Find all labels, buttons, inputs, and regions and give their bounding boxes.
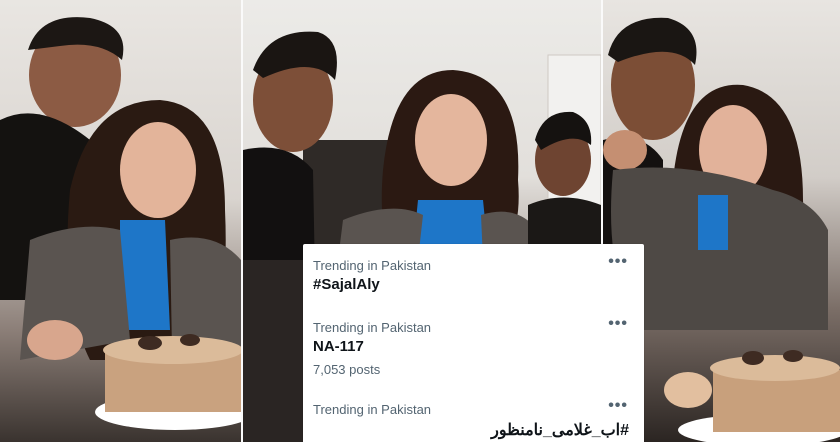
trend-context: Trending in Pakistan (313, 258, 432, 273)
more-options-icon[interactable]: ••• (608, 398, 628, 414)
more-options-icon[interactable]: ••• (608, 254, 628, 270)
trend-context: Trending in Pakistan (313, 320, 432, 335)
trend-name[interactable]: #SajalAly (313, 276, 380, 293)
trend-item[interactable]: Trending in Pakistan #اب_غلامی_نامنظور •… (303, 388, 644, 442)
trend-context: Trending in Pakistan (313, 402, 432, 417)
trend-post-count: 7,053 posts (313, 362, 381, 377)
photo-left-illustration (0, 17, 241, 430)
trending-topics-card: Trending in Pakistan #SajalAly ••• Trend… (303, 244, 644, 442)
more-options-icon[interactable]: ••• (608, 316, 628, 332)
trend-item[interactable]: Trending in Pakistan NA-117 7,053 posts … (303, 306, 644, 386)
trend-name[interactable]: #اب_غلامی_نامنظور (491, 420, 629, 440)
trend-item[interactable]: Trending in Pakistan #SajalAly ••• (303, 244, 644, 314)
trend-name[interactable]: NA-117 (313, 338, 364, 355)
photo-panel-left (0, 0, 241, 442)
